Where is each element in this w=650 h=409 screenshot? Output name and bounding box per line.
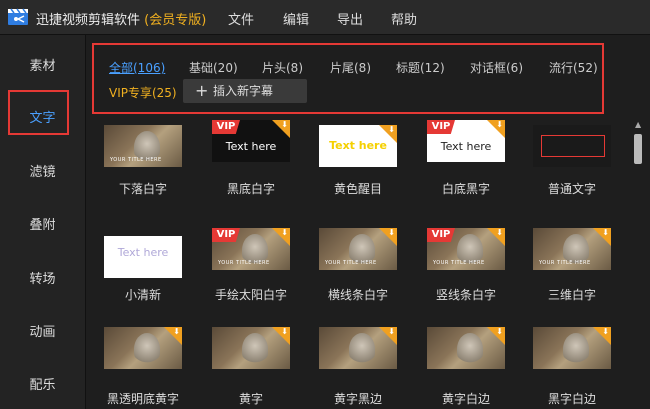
thumb-yellow-black-edge[interactable]: ⬇	[319, 327, 397, 369]
thumb-yellow-white-edge[interactable]: ⬇	[427, 327, 505, 369]
download-icon: ⬇	[602, 327, 609, 336]
menu-file[interactable]: 文件	[228, 9, 254, 28]
item-label: 黄字黑边	[333, 392, 382, 406]
thumb-caption: YOUR TITLE HERE	[539, 260, 591, 266]
download-icon: ⬇	[388, 327, 395, 336]
download-icon: ⬇	[388, 125, 395, 134]
app-name: 迅捷视频剪辑软件	[36, 13, 141, 28]
item-label: 横线条白字	[327, 288, 388, 302]
sidebar-item-text[interactable]: 文字	[0, 107, 85, 126]
thumb-caption: YOUR TITLE HERE	[325, 260, 377, 266]
text-library-panel: 全部(106) 基础(20) 片头(8) 片尾(8) 标题(12) 对话框(6)…	[86, 35, 650, 409]
vip-badge: VIP	[427, 228, 455, 242]
vip-badge: VIP	[212, 120, 240, 134]
thumb-sun-white[interactable]: VIP ⬇ YOUR TITLE HERE	[212, 228, 290, 270]
download-icon: ⬇	[496, 120, 503, 129]
download-icon: ⬇	[496, 327, 503, 336]
sidebar-item-filter[interactable]: 滤镜	[0, 161, 85, 180]
tab-opening[interactable]: 片头(8)	[262, 59, 303, 76]
thumb-text: Text here	[225, 140, 277, 153]
item-label: 黑底白字	[226, 182, 275, 196]
tab-dialog[interactable]: 对话框(6)	[470, 59, 523, 76]
sidebar-item-animation[interactable]: 动画	[0, 321, 85, 340]
vertical-scrollbar[interactable]: ▲	[632, 120, 644, 409]
tab-basic[interactable]: 基础(20)	[189, 59, 238, 76]
item-label: 黑字白边	[547, 392, 596, 406]
plus-icon: +	[195, 81, 209, 100]
thumb-vline-white[interactable]: VIP ⬇ YOUR TITLE HERE	[427, 228, 505, 270]
app-logo-icon	[8, 8, 28, 25]
sidebar-item-overlay[interactable]: 叠附	[0, 214, 85, 233]
menu-edit[interactable]: 编辑	[283, 9, 309, 28]
thumb-caption: YOUR TITLE HERE	[218, 260, 270, 266]
insert-subtitle-button[interactable]: + 插入新字幕	[183, 79, 307, 103]
menu-help[interactable]: 帮助	[391, 9, 417, 28]
download-icon: ⬇	[602, 228, 609, 237]
thumb-black-bg-white[interactable]: Text here VIP ⬇	[212, 120, 290, 162]
item-label: 黑透明底黄字	[106, 392, 179, 406]
thumb-text: Text here	[117, 246, 169, 259]
tab-title[interactable]: 标题(12)	[396, 59, 445, 76]
tab-ending[interactable]: 片尾(8)	[330, 59, 371, 76]
item-label: 黄字白边	[441, 392, 490, 406]
plain-text-frame	[541, 135, 605, 157]
sidebar-item-transition[interactable]: 转场	[0, 268, 85, 287]
thumb-yellow[interactable]: ⬇	[212, 327, 290, 369]
download-icon: ⬇	[388, 228, 395, 237]
tab-vip[interactable]: VIP专享(25)	[109, 84, 177, 101]
thumb-hline-white[interactable]: ⬇ YOUR TITLE HERE	[319, 228, 397, 270]
tab-all[interactable]: 全部(106)	[109, 59, 165, 76]
thumb-text: Text here	[440, 140, 492, 153]
vip-badge: VIP	[427, 120, 455, 134]
title-bar: 迅捷视频剪辑软件 (会员专版) 文件 编辑 导出 帮助	[0, 0, 650, 35]
item-label: 下落白字	[118, 182, 167, 196]
thumb-caption: YOUR TITLE HERE	[433, 260, 485, 266]
thumb-falling-white[interactable]: YOUR TITLE HERE	[104, 125, 182, 167]
insert-subtitle-label: 插入新字幕	[213, 84, 274, 98]
item-label: 三维白字	[547, 288, 596, 302]
scroll-thumb[interactable]	[634, 134, 642, 164]
item-label: 手绘太阳白字	[214, 288, 287, 302]
download-icon: ⬇	[281, 120, 288, 129]
thumb-transparent-yellow[interactable]: ⬇	[104, 327, 182, 369]
item-label: 白底黑字	[441, 182, 490, 196]
sidebar-item-material[interactable]: 素材	[0, 55, 85, 74]
download-icon: ⬇	[173, 327, 180, 336]
filter-highlight-box	[92, 43, 604, 114]
thumb-3d-white[interactable]: ⬇ YOUR TITLE HERE	[533, 228, 611, 270]
sidebar: 素材 文字 滤镜 叠附 转场 动画 配乐	[0, 35, 86, 409]
app-title: 迅捷视频剪辑软件 (会员专版)	[36, 9, 206, 28]
thumb-fresh[interactable]: Text here	[104, 236, 182, 278]
item-label: 小清新	[124, 288, 161, 302]
item-label: 普通文字	[547, 182, 596, 196]
item-label: 竖线条白字	[435, 288, 496, 302]
download-icon: ⬇	[496, 228, 503, 237]
download-icon: ⬇	[281, 327, 288, 336]
download-icon: ⬇	[281, 228, 288, 237]
thumb-caption: YOUR TITLE HERE	[110, 157, 162, 163]
vip-badge: VIP	[212, 228, 240, 242]
item-label: 黄色醒目	[333, 182, 382, 196]
thumb-black-white-edge[interactable]: ⬇	[533, 327, 611, 369]
sidebar-item-music[interactable]: 配乐	[0, 374, 85, 393]
tab-popular[interactable]: 流行(52)	[549, 59, 598, 76]
thumb-white-bg-black[interactable]: Text here VIP ⬇	[427, 120, 505, 162]
menu-export[interactable]: 导出	[337, 9, 363, 28]
thumb-plain-text[interactable]	[533, 125, 611, 167]
edition-label: (会员专版)	[144, 13, 207, 28]
scroll-up-icon[interactable]: ▲	[635, 120, 641, 129]
item-label: 黄字	[238, 392, 263, 406]
thumb-yellow-bold[interactable]: Text here ⬇	[319, 125, 397, 167]
